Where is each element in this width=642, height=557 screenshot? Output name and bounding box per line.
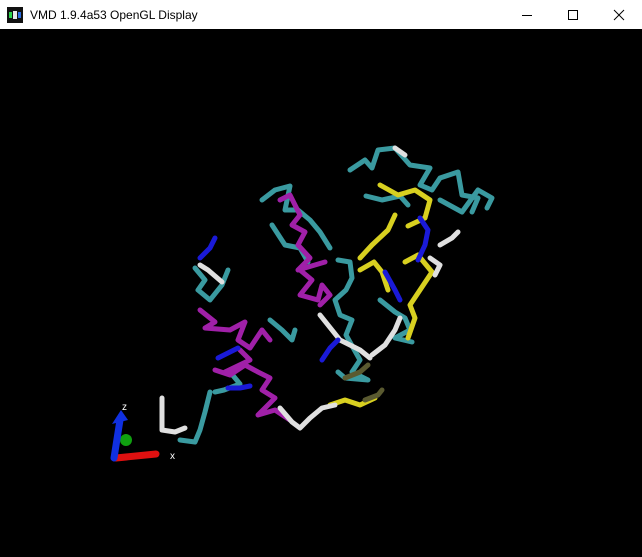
window-title: VMD 1.9.4a53 OpenGL Display — [30, 7, 198, 22]
x-axis-label: x — [170, 451, 175, 462]
minimize-icon — [522, 14, 532, 16]
minimize-button[interactable] — [504, 0, 550, 29]
molecule-render: z x — [110, 145, 495, 462]
z-axis-arrow — [110, 416, 124, 462]
vmd-display-window: VMD 1.9.4a53 OpenGL Display z x — [0, 0, 642, 552]
coil-segments — [177, 145, 495, 445]
close-icon — [613, 9, 625, 20]
close-button[interactable] — [596, 0, 642, 29]
maximize-button[interactable] — [550, 0, 596, 29]
helix-segments — [197, 192, 333, 423]
z-axis-label: z — [122, 402, 127, 413]
bridge-segments — [197, 215, 431, 391]
x-axis-arrow — [112, 450, 160, 462]
strand-segments — [327, 182, 435, 408]
maximize-icon — [568, 9, 578, 20]
opengl-viewport[interactable]: z x — [0, 29, 642, 552]
y-axis-arrow — [120, 434, 132, 446]
window-controls — [504, 0, 642, 29]
title-bar[interactable]: VMD 1.9.4a53 OpenGL Display — [0, 0, 642, 29]
vmd-app-icon — [7, 6, 23, 23]
